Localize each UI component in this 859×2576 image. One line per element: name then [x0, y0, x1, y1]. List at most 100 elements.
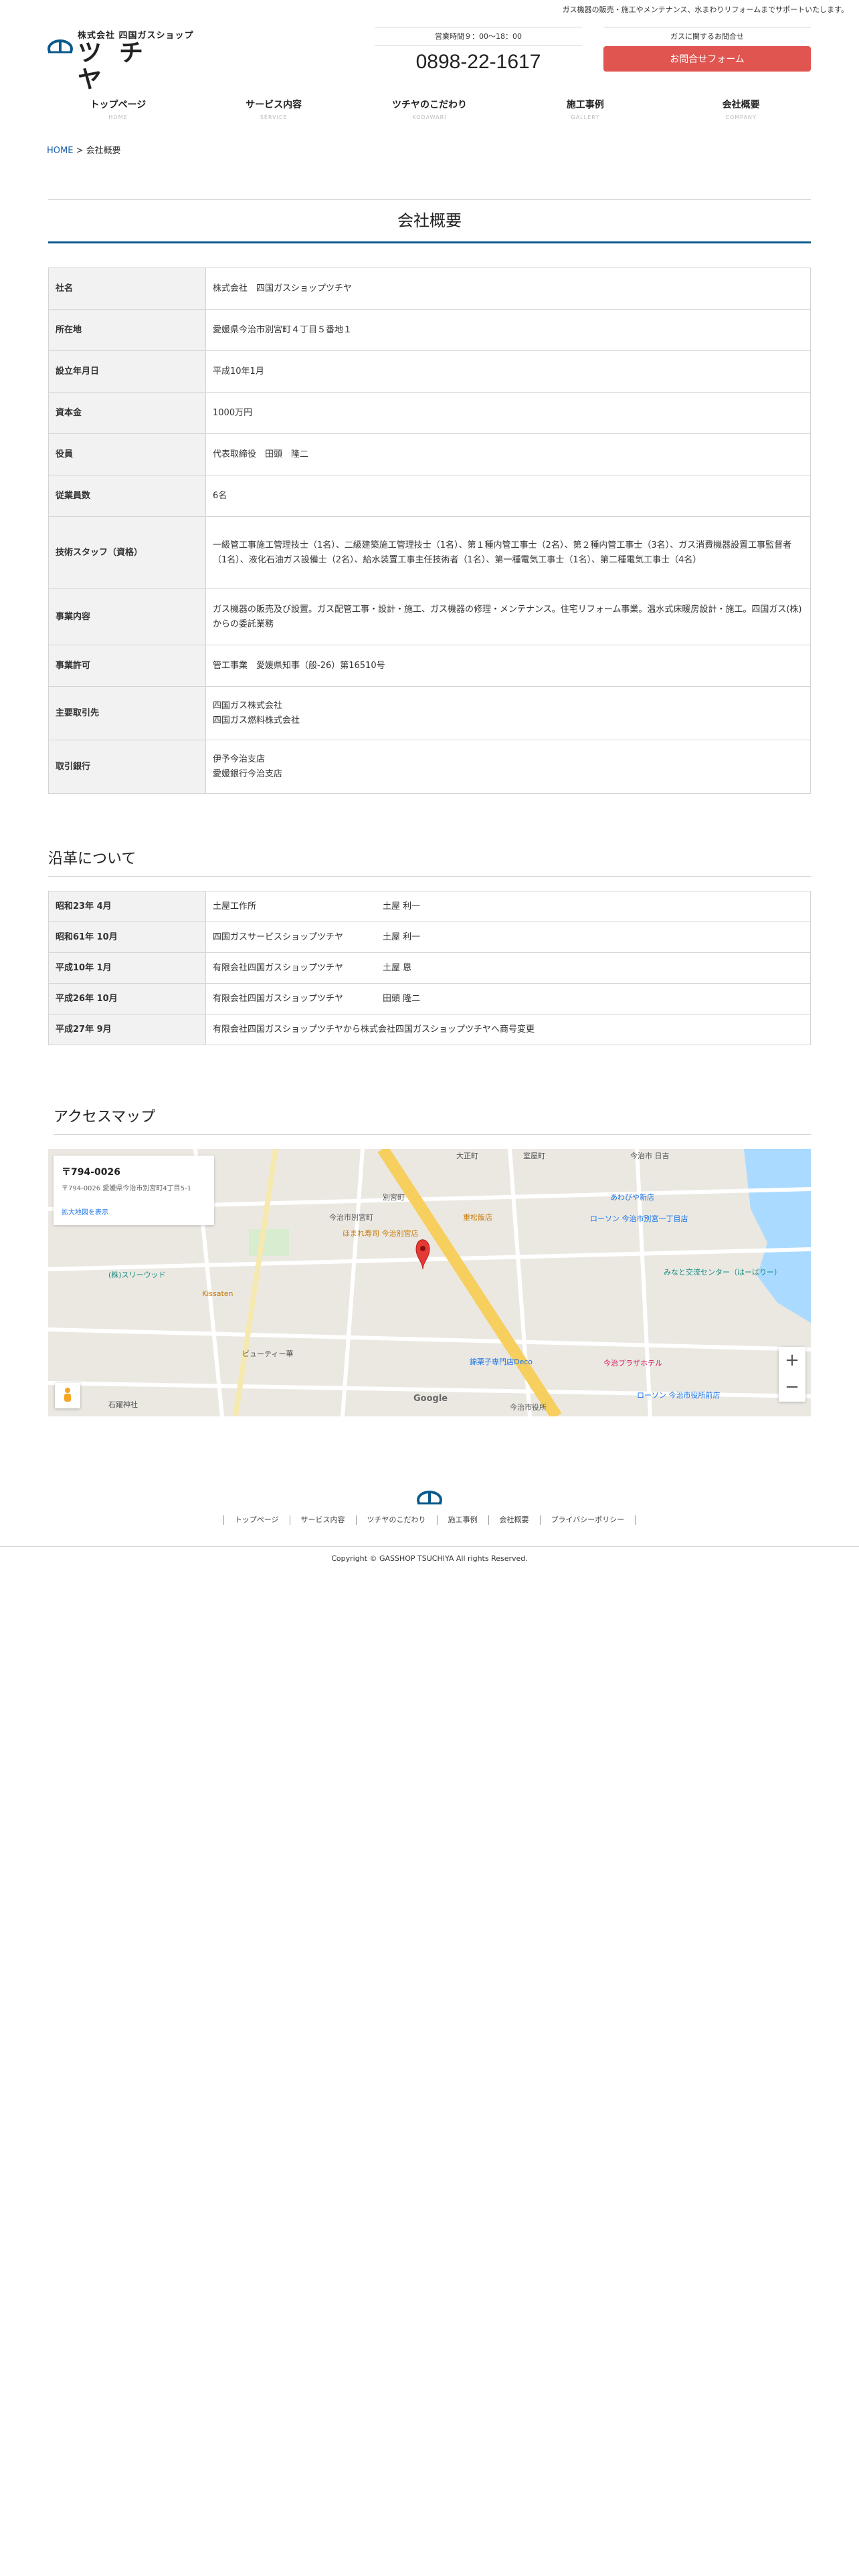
footer-nav: トップページ サービス内容 ツチヤのこだわり 施工事例 会社概要 プライバシーポリシー: [0, 1515, 859, 1525]
table-row: 平成10年 1月 有限会社四国ガスショップツチヤ 土屋 恩: [48, 952, 811, 984]
nav-item-gallery[interactable]: 施工事例 GALLERY: [507, 98, 663, 120]
row-value: 1000万円: [205, 392, 811, 434]
row-value: 代表取締役 田頭 隆二: [205, 433, 811, 475]
page-title-bar: 会社概要: [48, 199, 811, 243]
history-company: 四国ガスサービスショップツチヤ: [213, 932, 344, 942]
row-value: 管工事業 愛媛県知事（般-26）第16510号: [205, 645, 811, 687]
map-info-card: 〒794-0026 〒794-0026 愛媛県今治市別宮町4丁目5-1 拡大地図…: [54, 1156, 214, 1225]
map-label: 別宮町: [383, 1193, 405, 1202]
nav-item-service[interactable]: サービス内容 SERVICE: [196, 98, 352, 120]
map-label: みなと交流センター（はーばりー）: [664, 1268, 781, 1277]
history-company: 有限会社四国ガスショップツチヤから株式会社四国ガスショップツチヤへ商号変更: [213, 1024, 535, 1035]
map-label: 今治市役所: [510, 1403, 547, 1412]
row-value: 株式会社 四国ガスショップツチヤ: [205, 267, 811, 310]
footer-link-kodawari[interactable]: ツチヤのこだわり: [355, 1515, 437, 1525]
table-row: 平成26年 10月 有限会社四国ガスショップツチヤ 田頭 隆二: [48, 983, 811, 1014]
history-entry: 有限会社四国ガスショップツチヤ 土屋 恩: [205, 952, 811, 984]
table-row: 技術スタッフ（資格） 一級管工事施工管理技士（1名）、二級建築施工管理技士（1名…: [48, 516, 811, 589]
nav-item-company[interactable]: 会社概要 COMPANY: [663, 98, 819, 120]
history-date: 昭和61年 10月: [48, 922, 206, 953]
gas-flame-logo-icon: [416, 1491, 443, 1509]
map-enlarge-link[interactable]: 拡大地図を表示: [62, 1206, 108, 1216]
gas-flame-logo-icon: [47, 39, 74, 58]
row-label: 従業員数: [48, 475, 206, 517]
contact-form-button[interactable]: お問合せフォーム: [603, 46, 811, 72]
zoom-in-button[interactable]: +: [779, 1347, 805, 1374]
row-value: 四国ガス株式会社 四国ガス燃料株式会社: [205, 686, 811, 740]
company-info-table: 社名 株式会社 四国ガスショップツチヤ 所在地 愛媛県今治市別宮町４丁目５番地１…: [48, 267, 811, 794]
history-date: 昭和23年 4月: [48, 891, 206, 922]
page: ガス機器の販売・施工やメンテナンス、水まわりリフォームまでサポートいたします。 …: [0, 0, 859, 2576]
map-label: あわびや新店: [610, 1193, 654, 1202]
map-label: (株)スリーウッド: [108, 1271, 166, 1279]
map-info-address: 〒794-0026 愛媛県今治市別宮町4丁目5-1: [62, 1185, 192, 1192]
history-person: 土屋 利一: [383, 901, 421, 911]
map-label: Kissaten: [202, 1289, 233, 1298]
nav-item-label: 施工事例: [566, 100, 604, 110]
history-entry: 有限会社四国ガスショップツチヤ 田頭 隆二: [205, 983, 811, 1014]
row-value: ガス機器の販売及び設置。ガス配管工事・設計・施工、ガス機器の修理・メンテナンス。…: [205, 588, 811, 645]
access-section-title: アクセスマップ: [54, 1105, 811, 1135]
map-label: 今治市 日吉: [630, 1152, 670, 1160]
breadcrumb: HOME > 会社概要: [47, 143, 121, 156]
nav-item-home[interactable]: トップページ HOME: [40, 98, 196, 120]
site-logo[interactable]: 株式会社 四国ガスショップ ツチヤ: [47, 25, 194, 94]
table-row: 取引銀行 伊予今治支店 愛媛銀行今治支店: [48, 740, 811, 794]
table-row: 従業員数 6名: [48, 475, 811, 517]
footer-link-service[interactable]: サービス内容: [289, 1515, 356, 1525]
history-entry: 土屋工作所 土屋 利一: [205, 891, 811, 922]
global-nav: トップページ HOME サービス内容 SERVICE ツチヤのこだわり KODA…: [40, 98, 819, 120]
table-row: 昭和61年 10月 四国ガスサービスショップツチヤ 土屋 利一: [48, 922, 811, 953]
table-row: 昭和23年 4月 土屋工作所 土屋 利一: [48, 891, 811, 922]
breadcrumb-home-link[interactable]: HOME: [47, 146, 73, 156]
map-label: 石躍神社: [108, 1400, 138, 1409]
row-label: 取引銀行: [48, 740, 206, 794]
nav-item-label: サービス内容: [246, 100, 302, 110]
nav-item-kodawari[interactable]: ツチヤのこだわり KODAWARI: [352, 98, 508, 120]
map-info-postal: 〒794-0026: [62, 1167, 120, 1178]
map-label: ローソン 今治市別宮一丁目店: [590, 1214, 688, 1223]
footer-logo[interactable]: [416, 1489, 443, 1511]
copyright: Copyright © GASSHOP TSUCHIYA All rights …: [331, 1554, 528, 1563]
phone-number[interactable]: 0898-22-1617: [375, 51, 582, 74]
nav-item-sublabel: GALLERY: [571, 114, 600, 120]
table-row: 設立年月日 平成10年1月: [48, 350, 811, 393]
row-label: 主要取引先: [48, 686, 206, 740]
row-value: 伊予今治支店 愛媛銀行今治支店: [205, 740, 811, 794]
table-row: 主要取引先 四国ガス株式会社 四国ガス燃料株式会社: [48, 686, 811, 740]
map-label: ビューティー華: [242, 1350, 294, 1358]
footer-divider: [0, 1546, 859, 1547]
row-label: 事業許可: [48, 645, 206, 687]
row-value: 愛媛県今治市別宮町４丁目５番地１: [205, 309, 811, 351]
table-row: 事業内容 ガス機器の販売及び設置。ガス配管工事・設計・施工、ガス機器の修理・メン…: [48, 588, 811, 645]
footer-link-gallery[interactable]: 施工事例: [436, 1515, 488, 1525]
footer-link-privacy[interactable]: プライバシーポリシー: [539, 1515, 636, 1525]
bank-line: 愛媛銀行今治支店: [213, 768, 283, 779]
map-label: 今治プラザホテル: [603, 1359, 662, 1368]
breadcrumb-current: 会社概要: [86, 146, 121, 156]
zoom-out-button[interactable]: −: [779, 1374, 805, 1400]
breadcrumb-separator: >: [73, 146, 86, 156]
history-date: 平成26年 10月: [48, 983, 206, 1014]
row-label: 所在地: [48, 309, 206, 351]
nav-item-sublabel: KODAWARI: [412, 114, 447, 120]
street-view-icon[interactable]: [55, 1383, 80, 1408]
table-row: 社名 株式会社 四国ガスショップツチヤ: [48, 267, 811, 310]
history-company: 有限会社四国ガスショップツチヤ: [213, 993, 344, 1004]
row-label: 設立年月日: [48, 350, 206, 393]
footer-link-company[interactable]: 会社概要: [488, 1515, 540, 1525]
nav-item-label: ツチヤのこだわり: [391, 100, 467, 110]
footer-link-home[interactable]: トップページ: [223, 1515, 290, 1525]
map-zoom-controls: + −: [779, 1347, 805, 1402]
business-hours-box: 営業時間９：00～18：00 0898-22-1617: [375, 27, 582, 74]
map-label: ローソン 今治市役所前店: [637, 1391, 721, 1400]
map-label: 重松飯店: [463, 1213, 492, 1222]
table-row: 役員 代表取締役 田頭 隆二: [48, 433, 811, 475]
access-map[interactable]: 大正町 室屋町 今治市 日吉 別宮町 今治市別宮町 ほまれ寿司 今治別宮店 重松…: [48, 1149, 811, 1416]
row-value: 平成10年1月: [205, 350, 811, 393]
page-title: 会社概要: [397, 211, 462, 230]
table-row: 平成27年 9月 有限会社四国ガスショップツチヤから株式会社四国ガスショップツチ…: [48, 1014, 811, 1045]
client-line: 四国ガス株式会社: [213, 700, 283, 711]
google-logo: Google: [413, 1394, 448, 1404]
history-company: 有限会社四国ガスショップツチヤ: [213, 962, 344, 973]
